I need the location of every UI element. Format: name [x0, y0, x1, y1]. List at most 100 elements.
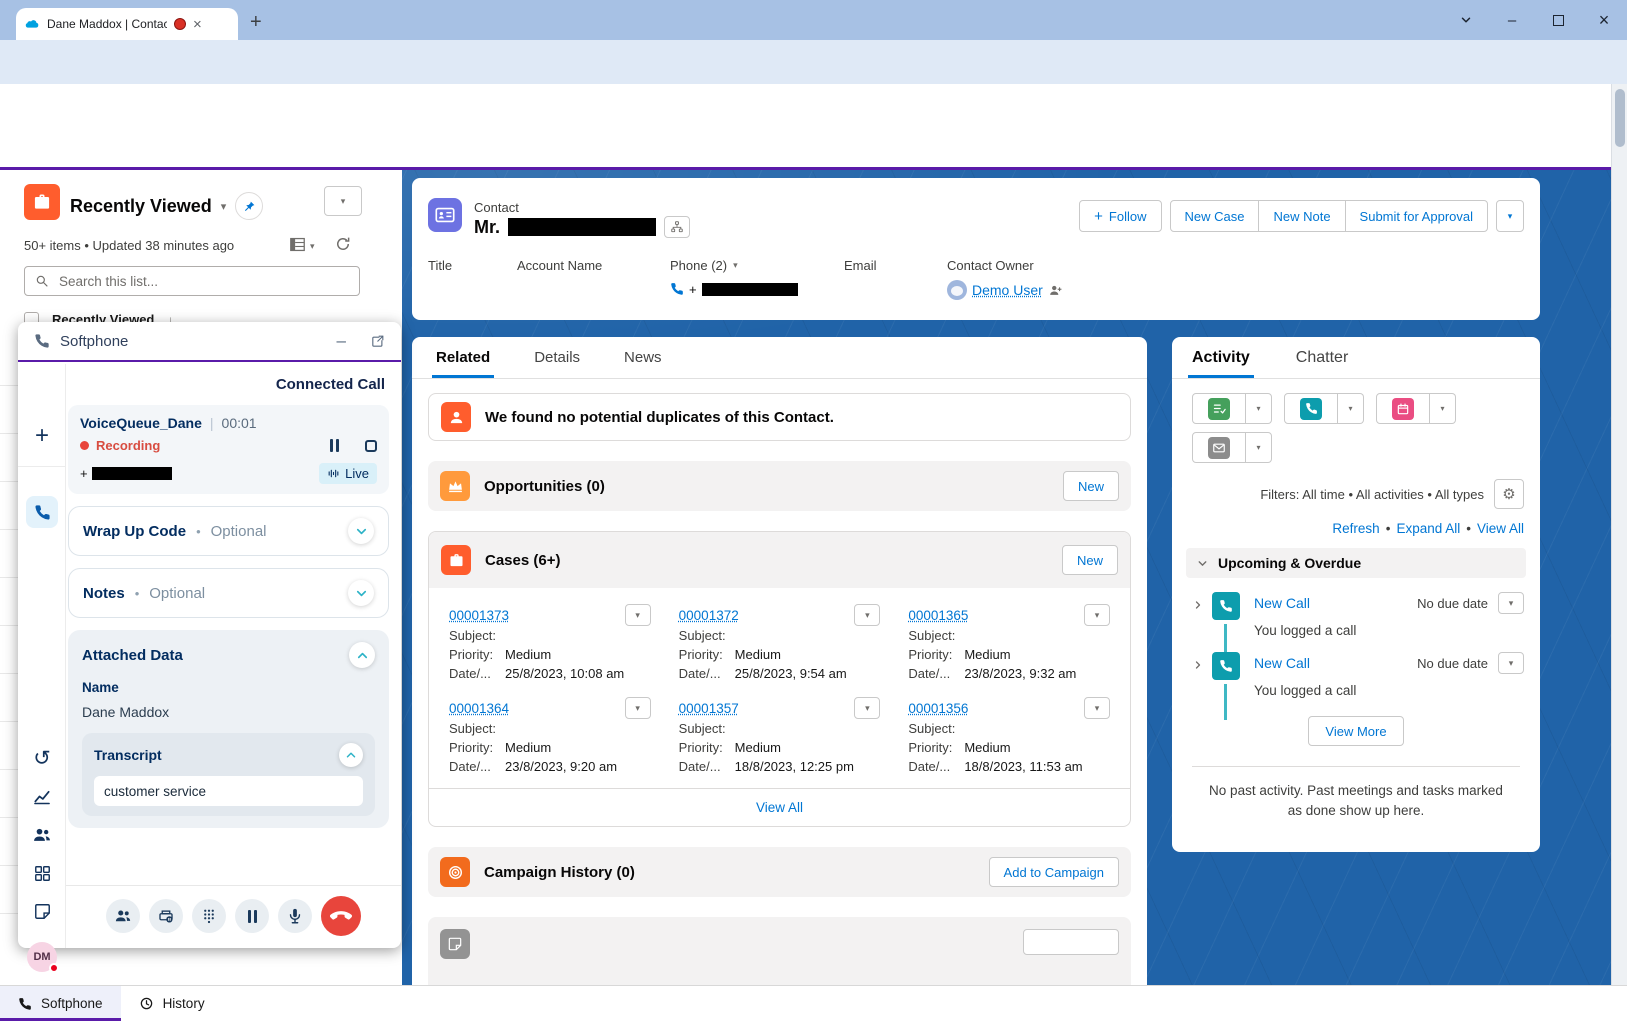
log-call-button[interactable] — [1284, 393, 1338, 424]
event-dropdown-button[interactable]: ▾ — [1430, 393, 1456, 424]
expand-wrapup-icon[interactable] — [348, 518, 374, 544]
clipped-card-button[interactable] — [1023, 929, 1119, 955]
window-close-button[interactable]: × — [1581, 0, 1627, 40]
case-row-actions-button[interactable]: ▾ — [1084, 604, 1110, 626]
upcoming-overdue-section[interactable]: Upcoming & Overdue — [1186, 548, 1526, 578]
mute-microphone-button[interactable] — [278, 899, 312, 933]
list-view-title[interactable]: Recently Viewed — [70, 196, 212, 217]
active-call-tab-icon[interactable] — [26, 496, 58, 528]
case-row-actions-button[interactable]: ▾ — [854, 604, 880, 626]
notes-icon[interactable] — [18, 902, 66, 921]
utility-softphone-tab[interactable]: Softphone — [0, 986, 121, 1021]
pause-call-button[interactable] — [235, 899, 269, 933]
phone-dropdown-icon[interactable]: ▾ — [733, 260, 738, 271]
list-search[interactable] — [24, 266, 360, 296]
email-button[interactable] — [1192, 432, 1246, 463]
owner-link[interactable]: Demo User — [972, 282, 1043, 298]
wrap-up-code-section[interactable]: Wrap Up Code • Optional — [68, 506, 389, 556]
expand-notes-icon[interactable] — [348, 580, 374, 606]
display-as-dropdown-icon[interactable]: ▾ — [310, 241, 315, 252]
stop-recording-icon[interactable] — [365, 440, 377, 452]
hold-device-button[interactable] — [149, 899, 183, 933]
activity-item-link[interactable]: New Call — [1254, 595, 1310, 611]
notes-section[interactable]: Notes • Optional — [68, 568, 389, 618]
list-actions-dropdown-button[interactable]: ▾ — [324, 186, 362, 216]
tab-search-icon[interactable] — [1443, 0, 1489, 40]
tab-activity[interactable]: Activity — [1192, 337, 1250, 378]
transcript-input[interactable] — [94, 776, 363, 806]
expand-all-link[interactable]: Expand All — [1396, 521, 1460, 536]
browser-tab[interactable]: Dane Maddox | Contact | Sal × — [16, 8, 238, 40]
new-tab-button[interactable]: + — [250, 11, 262, 34]
cases-title[interactable]: Cases (6+) — [485, 552, 560, 569]
new-note-button[interactable]: New Note — [1258, 200, 1345, 232]
call-history-icon[interactable]: ↺ — [18, 746, 66, 771]
activity-filter-gear-button[interactable]: ⚙ — [1494, 479, 1524, 509]
task-dropdown-button[interactable]: ▾ — [1246, 393, 1272, 424]
window-minimize-button[interactable]: – — [1489, 0, 1535, 40]
opportunities-title[interactable]: Opportunities (0) — [484, 478, 605, 495]
tab-news[interactable]: News — [624, 337, 662, 378]
new-case-related-button[interactable]: New — [1062, 545, 1118, 575]
section-collapse-icon[interactable] — [1196, 557, 1209, 570]
pause-recording-icon[interactable] — [330, 439, 339, 452]
tab-close-icon[interactable]: × — [193, 17, 202, 32]
softphone-popout-icon[interactable] — [370, 334, 385, 349]
softphone-minimize-icon[interactable]: – — [337, 331, 346, 351]
apps-grid-icon[interactable] — [18, 864, 66, 883]
campaign-title[interactable]: Campaign History (0) — [484, 864, 635, 881]
case-number-link[interactable]: 00001356 — [908, 701, 968, 716]
agent-avatar[interactable]: DM — [27, 942, 57, 972]
add-to-campaign-button[interactable]: Add to Campaign — [989, 857, 1119, 887]
utility-history-tab[interactable]: History — [121, 986, 223, 1021]
change-owner-icon[interactable] — [1048, 283, 1063, 298]
submit-for-approval-button[interactable]: Submit for Approval — [1345, 200, 1488, 232]
list-search-input[interactable] — [57, 273, 349, 290]
expand-item-icon[interactable] — [1190, 659, 1206, 698]
call-dropdown-button[interactable]: ▾ — [1338, 393, 1364, 424]
tab-chatter[interactable]: Chatter — [1296, 337, 1348, 378]
case-row-actions-button[interactable]: ▾ — [1084, 697, 1110, 719]
collapse-transcript-icon[interactable] — [339, 743, 363, 767]
activity-item-actions-button[interactable]: ▾ — [1498, 592, 1524, 614]
refresh-link[interactable]: Refresh — [1332, 521, 1379, 536]
case-row-actions-button[interactable]: ▾ — [625, 697, 651, 719]
case-number-link[interactable]: 00001364 — [449, 701, 509, 716]
expand-item-icon[interactable] — [1190, 599, 1206, 638]
list-view-selector-icon[interactable]: ▾ — [221, 200, 227, 213]
add-call-icon[interactable]: + — [18, 422, 66, 450]
vertical-scrollbar[interactable] — [1611, 84, 1627, 985]
activity-item-link[interactable]: New Call — [1254, 655, 1310, 671]
dialpad-button[interactable] — [192, 899, 226, 933]
case-row-actions-button[interactable]: ▾ — [625, 604, 651, 626]
display-as-icon[interactable] — [288, 235, 307, 254]
new-opportunity-button[interactable]: New — [1063, 471, 1119, 501]
analytics-icon[interactable] — [18, 786, 66, 806]
case-number-link[interactable]: 00001357 — [679, 701, 739, 716]
case-number-link[interactable]: 00001372 — [679, 608, 739, 623]
case-number-link[interactable]: 00001373 — [449, 608, 509, 623]
new-case-button[interactable]: New Case — [1170, 200, 1260, 232]
case-number-link[interactable]: 00001365 — [908, 608, 968, 623]
tab-related[interactable]: Related — [436, 337, 490, 378]
window-maximize-button[interactable] — [1535, 0, 1581, 40]
view-hierarchy-button[interactable] — [664, 216, 690, 238]
pin-list-button[interactable] — [235, 192, 263, 220]
refresh-icon[interactable] — [334, 235, 352, 253]
tab-details[interactable]: Details — [534, 337, 580, 378]
activity-item-actions-button[interactable]: ▾ — [1498, 652, 1524, 674]
more-actions-dropdown-button[interactable]: ▾ — [1496, 200, 1524, 232]
contacts-icon[interactable] — [18, 825, 66, 845]
cases-view-all-link[interactable]: View All — [756, 800, 803, 815]
scrollbar-thumb[interactable] — [1615, 89, 1625, 147]
collapse-attached-icon[interactable] — [349, 642, 375, 668]
end-call-button[interactable] — [321, 896, 361, 936]
follow-button[interactable]: + Follow — [1079, 200, 1161, 232]
new-task-button[interactable] — [1192, 393, 1246, 424]
case-row-actions-button[interactable]: ▾ — [854, 697, 880, 719]
view-more-button[interactable]: View More — [1308, 716, 1404, 746]
new-event-button[interactable] — [1376, 393, 1430, 424]
view-all-link[interactable]: View All — [1477, 521, 1524, 536]
email-dropdown-button[interactable]: ▾ — [1246, 432, 1272, 463]
conference-button[interactable] — [106, 899, 140, 933]
